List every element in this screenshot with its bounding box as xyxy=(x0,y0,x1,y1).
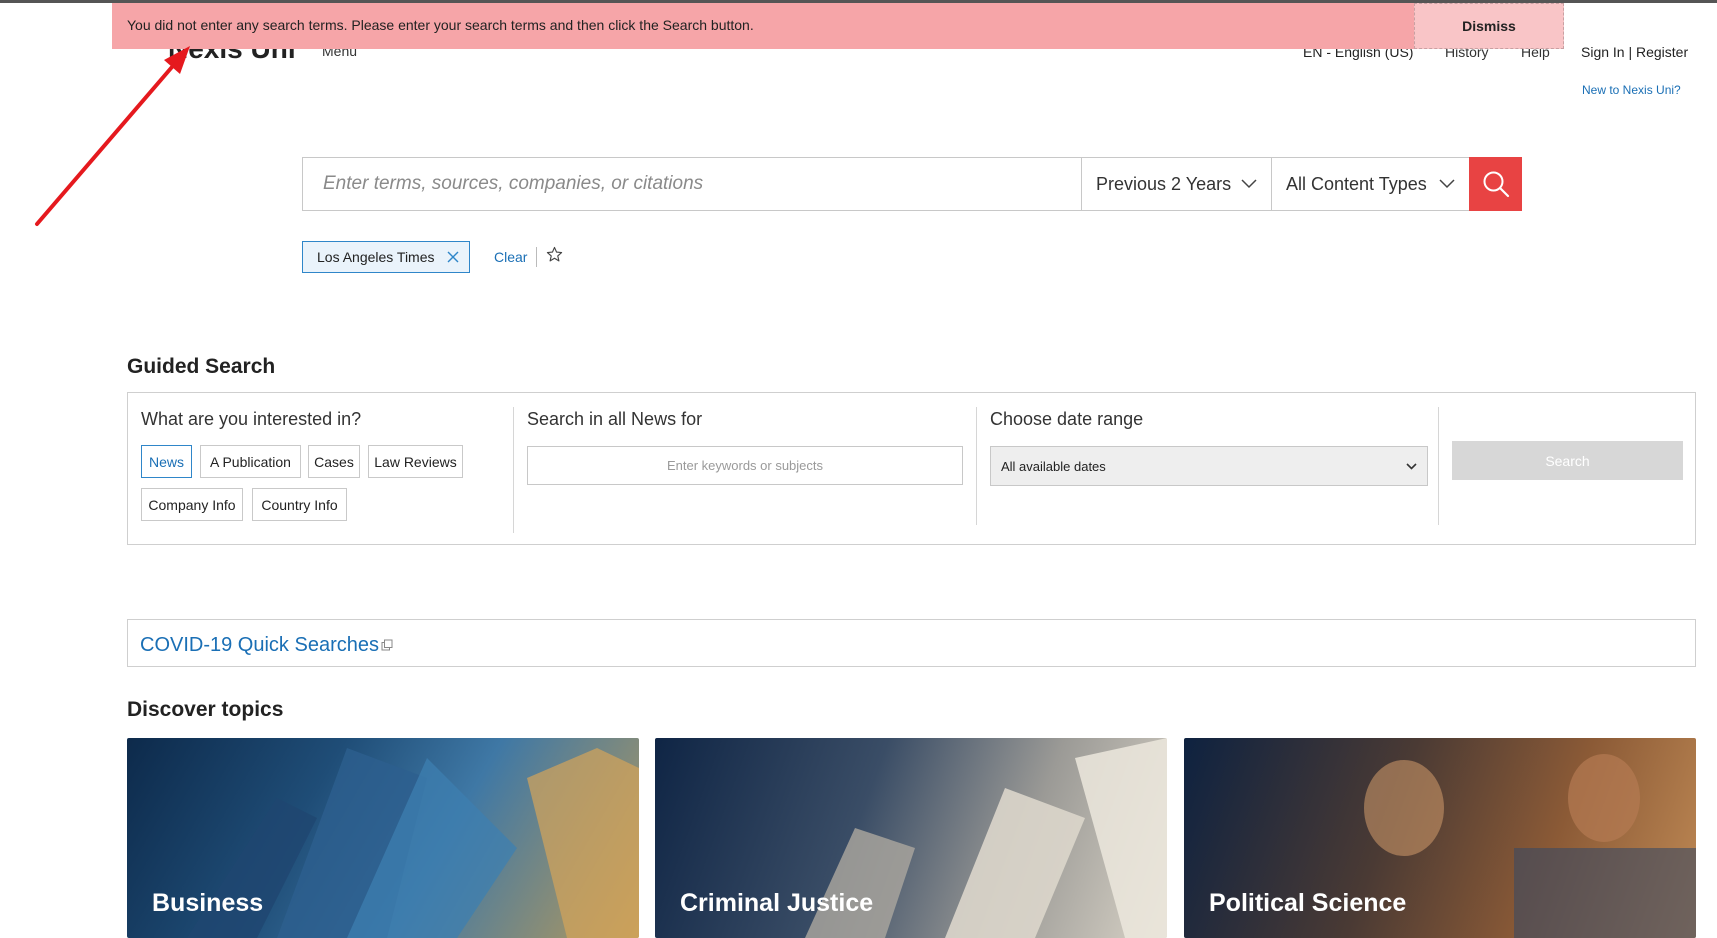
date-range-dropdown[interactable]: Previous 2 Years xyxy=(1081,158,1271,210)
chip-cases[interactable]: Cases xyxy=(308,445,360,478)
date-range-select-value: All available dates xyxy=(1001,458,1106,474)
topic-label: Political Science xyxy=(1209,889,1407,917)
guided-search-title: Guided Search xyxy=(127,355,276,378)
content-type-value: All Content Types xyxy=(1286,173,1427,194)
clear-filters-link[interactable]: Clear xyxy=(494,249,527,265)
column-divider xyxy=(1438,407,1439,525)
topic-card-business[interactable]: Business xyxy=(127,738,639,938)
topic-card-political-science[interactable]: Political Science xyxy=(1184,738,1696,938)
filter-tag-label: Los Angeles Times xyxy=(317,249,435,265)
chevron-down-icon xyxy=(1241,179,1257,189)
date-range-value: Previous 2 Years xyxy=(1096,173,1232,194)
chip-country-info[interactable]: Country Info xyxy=(252,488,347,521)
discover-topics-title: Discover topics xyxy=(127,698,284,721)
date-range-select[interactable]: All available dates xyxy=(990,446,1428,486)
external-link-icon xyxy=(381,639,393,651)
error-alert: You did not enter any search terms. Plea… xyxy=(112,3,1564,49)
new-to-nexis-link[interactable]: New to Nexis Uni? xyxy=(1582,83,1681,97)
date-range-title: Choose date range xyxy=(990,409,1144,429)
alert-message: You did not enter any search terms. Plea… xyxy=(127,17,754,33)
chip-company-info[interactable]: Company Info xyxy=(141,488,243,521)
search-input[interactable] xyxy=(303,158,1081,210)
chip-law-reviews[interactable]: Law Reviews xyxy=(368,445,463,478)
main-search-bar: Previous 2 Years All Content Types xyxy=(302,157,1522,211)
topic-label: Business xyxy=(152,889,264,917)
covid-quick-searches-box: COVID-19 Quick Searches xyxy=(127,619,1696,667)
content-type-dropdown[interactable]: All Content Types xyxy=(1271,158,1469,210)
topic-card-criminal-justice[interactable]: Criminal Justice xyxy=(655,738,1167,938)
chip-a-publication[interactable]: A Publication xyxy=(200,445,301,478)
close-icon[interactable] xyxy=(447,251,459,263)
chevron-down-icon xyxy=(1406,462,1417,470)
topic-label: Criminal Justice xyxy=(680,889,874,917)
column-divider xyxy=(976,407,977,525)
interest-title: What are you interested in? xyxy=(141,409,362,429)
search-button[interactable] xyxy=(1469,157,1522,211)
chip-news[interactable]: News xyxy=(141,445,192,478)
keywords-input[interactable] xyxy=(527,446,963,485)
guided-search-panel: What are you interested in? News A Publi… xyxy=(127,392,1696,545)
keywords-title: Search in all News for xyxy=(527,409,703,429)
sign-in-link[interactable]: Sign In | Register xyxy=(1581,44,1688,60)
chevron-down-icon xyxy=(1439,179,1455,189)
dismiss-button[interactable]: Dismiss xyxy=(1414,3,1564,49)
column-divider xyxy=(513,407,514,533)
guided-search-button[interactable]: Search xyxy=(1452,441,1683,480)
star-icon[interactable] xyxy=(546,246,563,268)
source-filter-tag: Los Angeles Times xyxy=(302,241,470,273)
divider xyxy=(536,247,537,267)
search-icon xyxy=(1483,171,1509,198)
covid-link-label: COVID-19 Quick Searches xyxy=(140,634,379,656)
covid-quick-searches-link[interactable]: COVID-19 Quick Searches xyxy=(140,634,393,657)
